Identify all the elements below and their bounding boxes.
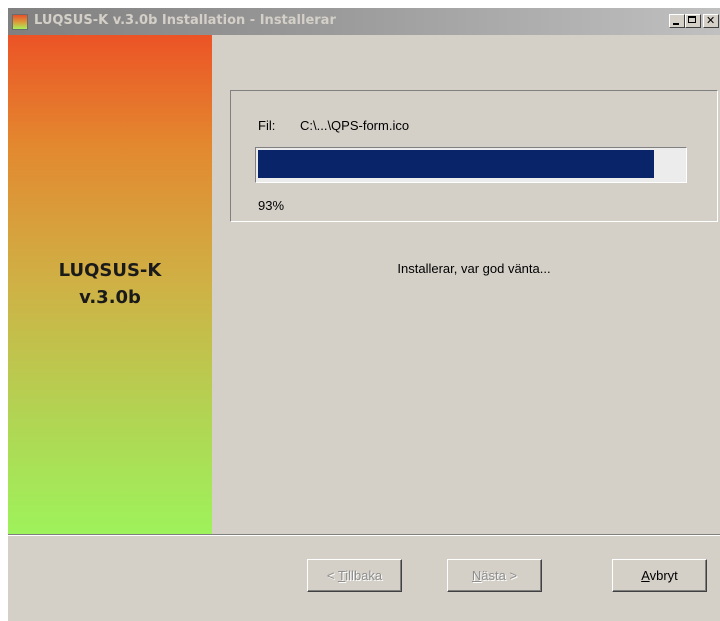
product-title: LUQSUS-K v.3.0b <box>8 257 212 311</box>
back-button-prefix: < <box>326 568 338 583</box>
progress-bar <box>255 147 687 183</box>
file-label: Fil: <box>258 118 276 133</box>
back-button[interactable]: < Tillbaka <box>307 559 402 592</box>
close-icon[interactable] <box>703 14 719 28</box>
product-version: v.3.0b <box>79 287 141 308</box>
maximize-icon[interactable] <box>685 14 701 28</box>
status-message: Installerar, var god vänta... <box>397 261 551 276</box>
window-title: LUQSUS-K v.3.0b Installation - Installer… <box>34 13 336 28</box>
cancel-button[interactable]: Avbryt <box>612 559 707 592</box>
cancel-button-accelerator: A <box>641 568 650 583</box>
current-file-path: C:\...\QPS-form.ico <box>300 118 410 133</box>
product-name: LUQSUS-K <box>58 260 162 281</box>
title-bar[interactable]: LUQSUS-K v.3.0b Installation - Installer… <box>8 8 720 35</box>
installer-window: LUQSUS-K v.3.0b Installation - Installer… <box>8 8 720 621</box>
cancel-button-label: vbryt <box>649 568 678 583</box>
next-button[interactable]: Nästa > <box>447 559 542 592</box>
installer-icon <box>12 14 28 30</box>
progress-percent: 93% <box>258 198 285 213</box>
footer-divider <box>8 534 720 536</box>
sidebar-banner: LUQSUS-K v.3.0b <box>8 35 212 534</box>
progress-bar-fill <box>258 150 654 178</box>
next-button-accelerator: N <box>471 568 482 583</box>
next-button-label: ästa > <box>481 568 518 583</box>
minimize-icon[interactable] <box>669 14 685 28</box>
back-button-label: illbaka <box>345 568 383 583</box>
